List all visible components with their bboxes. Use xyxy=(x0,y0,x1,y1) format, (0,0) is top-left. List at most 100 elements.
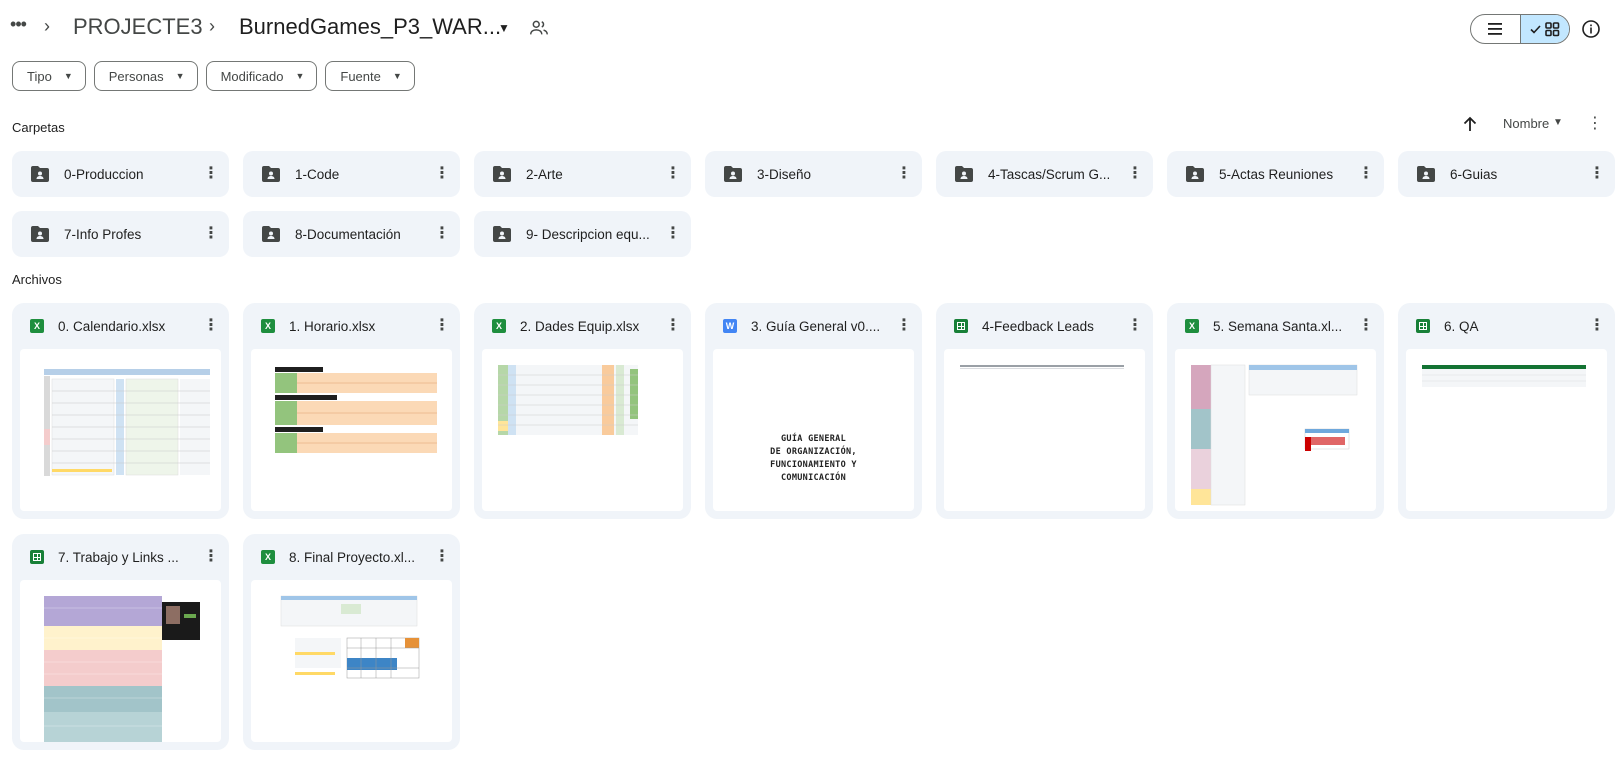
more-actions-icon[interactable]: ⋮ xyxy=(896,164,912,184)
top-bar: ••• › PROJECTE3 › BurnedGames_P3_WAR... … xyxy=(0,0,1623,58)
folder-card[interactable]: 5-Actas Reuniones ⋮ xyxy=(1167,151,1384,197)
folder-card[interactable]: 3-Diseño ⋮ xyxy=(705,151,922,197)
file-name: 4-Feedback Leads xyxy=(982,318,1094,334)
more-options-icon[interactable]: ⋮ xyxy=(1587,114,1603,134)
folder-name: 5-Actas Reuniones xyxy=(1219,166,1334,182)
list-view-button[interactable] xyxy=(1471,15,1520,43)
file-card[interactable]: X 5. Semana Santa.xl... ⋮ xyxy=(1167,303,1384,519)
file-name: 5. Semana Santa.xl... xyxy=(1213,318,1343,334)
chevron-right-icon: › xyxy=(44,16,50,36)
more-actions-icon[interactable]: ⋮ xyxy=(434,547,450,567)
file-card[interactable]: 7. Trabajo y Links ... ⋮ xyxy=(12,534,229,750)
folder-card[interactable]: 4-Tascas/Scrum G... ⋮ xyxy=(936,151,1153,197)
word-file-icon: W xyxy=(723,319,737,333)
more-actions-icon[interactable]: ⋮ xyxy=(203,316,219,336)
more-actions-icon[interactable]: ⋮ xyxy=(665,164,681,184)
folder-name: 9- Descripcion equ... xyxy=(526,226,650,242)
excel-file-icon: X xyxy=(1185,319,1199,333)
more-actions-icon[interactable]: ⋮ xyxy=(1127,164,1143,184)
file-name: 3. Guía General v0.... xyxy=(751,318,881,334)
folder-name: 2-Arte xyxy=(526,166,563,182)
cover-line: DE ORGANIZACIÓN, xyxy=(770,447,857,457)
more-actions-icon[interactable]: ⋮ xyxy=(896,316,912,336)
more-breadcrumbs-button[interactable]: ••• xyxy=(6,14,30,38)
sort-by-button[interactable]: Nombre xyxy=(1503,116,1549,131)
folders-section-title: Carpetas xyxy=(12,120,65,135)
folder-card[interactable]: 0-Produccion ⋮ xyxy=(12,151,229,197)
filter-source-chip[interactable]: Fuente ▼ xyxy=(325,61,415,91)
more-actions-icon[interactable]: ⋮ xyxy=(434,164,450,184)
more-actions-icon[interactable]: ⋮ xyxy=(1127,316,1143,336)
more-actions-icon[interactable]: ⋮ xyxy=(1358,164,1374,184)
grid-checked-icon xyxy=(1530,22,1560,37)
folder-name: 8-Documentación xyxy=(295,226,401,242)
file-card[interactable]: 6. QA ⋮ xyxy=(1398,303,1615,519)
excel-file-icon: X xyxy=(261,550,275,564)
more-actions-icon[interactable]: ⋮ xyxy=(203,164,219,184)
more-actions-icon[interactable]: ⋮ xyxy=(1589,164,1605,184)
more-actions-icon[interactable]: ⋮ xyxy=(203,547,219,567)
grid-view-button[interactable] xyxy=(1519,15,1569,43)
folder-name: 7-Info Profes xyxy=(64,226,142,242)
more-actions-icon[interactable]: ⋮ xyxy=(1358,316,1374,336)
more-actions-icon[interactable]: ⋮ xyxy=(665,316,681,336)
filter-people-chip[interactable]: Personas ▼ xyxy=(93,61,198,91)
more-actions-icon[interactable]: ⋮ xyxy=(434,224,450,244)
file-card[interactable]: X 1. Horario.xlsx ⋮ xyxy=(243,303,460,519)
folder-card[interactable]: 1-Code ⋮ xyxy=(243,151,460,197)
folder-card[interactable]: 6-Guias ⋮ xyxy=(1398,151,1615,197)
cover-line: FUNCIONAMIENTO Y xyxy=(770,460,857,470)
sort-direction-arrow-icon[interactable] xyxy=(1461,114,1479,134)
cover-line: GUÍA GENERAL xyxy=(780,434,846,444)
dropdown-arrow-icon: ▼ xyxy=(295,71,305,81)
file-card[interactable]: X 8. Final Proyecto.xl... ⋮ xyxy=(243,534,460,750)
folder-name: 6-Guias xyxy=(1450,166,1498,182)
file-thumbnail xyxy=(20,580,221,742)
excel-file-icon: X xyxy=(30,319,44,333)
file-thumbnail xyxy=(251,349,452,511)
file-card[interactable]: W 3. Guía General v0.... ⋮ GUÍA GENERAL … xyxy=(705,303,922,519)
shared-folder-icon xyxy=(493,226,511,242)
list-icon xyxy=(1488,23,1503,35)
filter-label: Tipo xyxy=(27,68,52,84)
filter-label: Fuente xyxy=(340,68,381,84)
filter-label: Personas xyxy=(108,68,164,84)
folder-name: 0-Produccion xyxy=(64,166,144,182)
folder-card[interactable]: 7-Info Profes ⋮ xyxy=(12,211,229,257)
more-actions-icon[interactable]: ⋮ xyxy=(1589,316,1605,336)
info-icon[interactable] xyxy=(1581,19,1601,39)
file-thumbnail: GUÍA GENERAL DE ORGANIZACIÓN, FUNCIONAMI… xyxy=(713,349,914,511)
shared-folder-icon xyxy=(1417,166,1435,182)
more-actions-icon[interactable]: ⋮ xyxy=(203,224,219,244)
file-thumbnail xyxy=(944,349,1145,511)
file-name: 7. Trabajo y Links ... xyxy=(58,549,179,565)
folder-card[interactable]: 2-Arte ⋮ xyxy=(474,151,691,197)
cover-line: COMUNICACIÓN xyxy=(780,473,846,483)
shared-people-icon[interactable] xyxy=(528,17,550,39)
file-card[interactable]: X 2. Dades Equip.xlsx ⋮ xyxy=(474,303,691,519)
folder-card[interactable]: 8-Documentación ⋮ xyxy=(243,211,460,257)
more-actions-icon[interactable]: ⋮ xyxy=(665,224,681,244)
file-name: 8. Final Proyecto.xl... xyxy=(289,549,416,565)
google-sheets-icon xyxy=(30,550,44,564)
file-thumbnail xyxy=(251,580,452,742)
file-thumbnail xyxy=(1175,349,1376,511)
chevron-right-icon: › xyxy=(209,16,215,36)
document-cover-title: GUÍA GENERAL DE ORGANIZACIÓN, FUNCIONAMI… xyxy=(713,433,914,485)
shared-folder-icon xyxy=(262,226,280,242)
more-actions-icon[interactable]: ⋮ xyxy=(434,316,450,336)
file-name: 0. Calendario.xlsx xyxy=(58,318,166,334)
file-card[interactable]: 4-Feedback Leads ⋮ xyxy=(936,303,1153,519)
filter-label: Modificado xyxy=(220,68,284,84)
folder-card[interactable]: 9- Descripcion equ... ⋮ xyxy=(474,211,691,257)
file-name: 6. QA xyxy=(1444,318,1479,334)
excel-file-icon: X xyxy=(492,319,506,333)
filter-modified-chip[interactable]: Modificado ▼ xyxy=(205,61,318,91)
view-toggle xyxy=(1470,14,1570,44)
breadcrumb-parent[interactable]: PROJECTE3 xyxy=(73,14,203,40)
filter-type-chip[interactable]: Tipo ▼ xyxy=(12,61,86,91)
breadcrumb-current-folder[interactable]: BurnedGames_P3_WAR... xyxy=(239,14,501,40)
sort-dropdown-icon[interactable]: ▼ xyxy=(1553,117,1563,128)
folder-actions-dropdown-icon[interactable]: ▼ xyxy=(494,18,514,38)
file-card[interactable]: X 0. Calendario.xlsx ⋮ xyxy=(12,303,229,519)
